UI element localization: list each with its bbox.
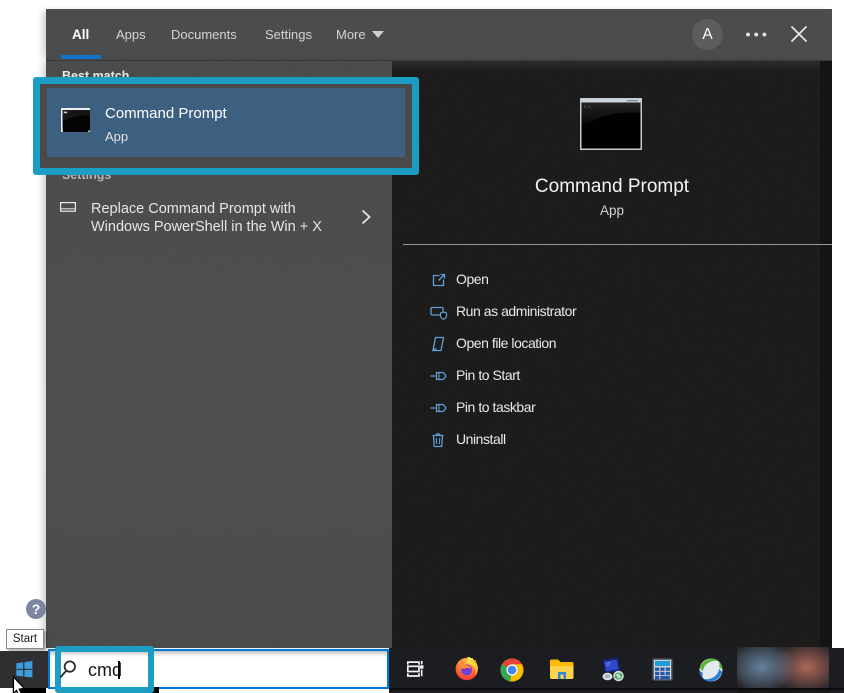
svg-text:C:\.: C:\. — [584, 105, 593, 110]
